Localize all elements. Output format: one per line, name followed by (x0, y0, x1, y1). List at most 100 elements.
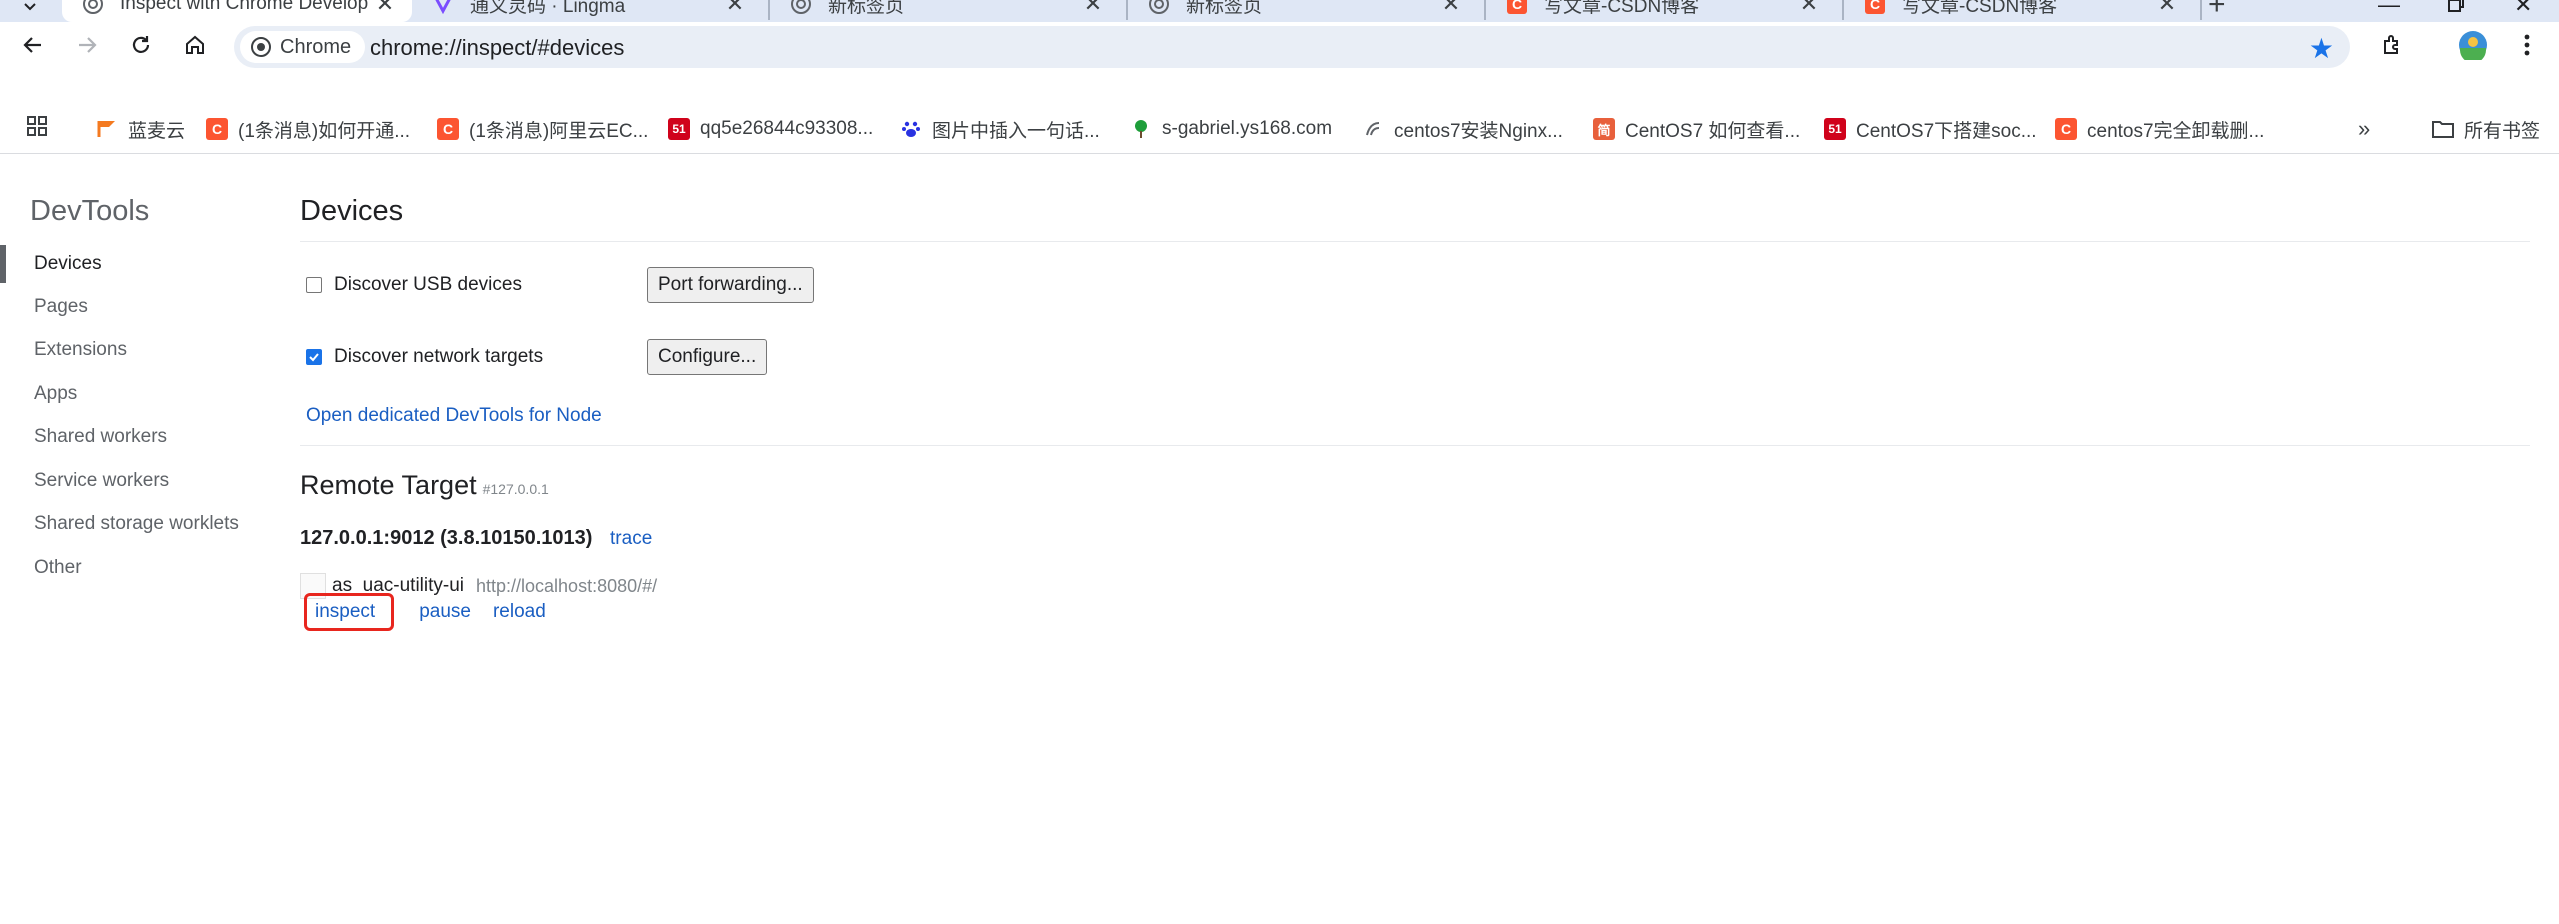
inspect-action: inspect (304, 593, 397, 631)
bookmark-label: centos7完全卸载删... (2087, 120, 2265, 142)
browser-toolbar: Chrome chrome://inspect/#devices ★ (0, 22, 2559, 72)
remote-target-entry: 127.0.0.1:9012 (3.8.10150.1013) trace (300, 527, 652, 550)
open-node-devtools-link[interactable]: Open dedicated DevTools for Node (306, 405, 602, 427)
tab-csdn-2[interactable]: C 写文章-CSDN博客 ✕ (1844, 0, 2194, 22)
minimize-icon[interactable]: — (2378, 0, 2400, 18)
csdn-icon: C (437, 118, 459, 140)
window-close-icon[interactable]: ✕ (2514, 0, 2532, 18)
arrow-left-icon (22, 34, 44, 61)
bookmark-item[interactable]: C (1条消息)阿里云EC... (437, 114, 648, 144)
jianshu-icon: 简 (1593, 118, 1615, 140)
apps-button[interactable] (26, 114, 48, 144)
pause-link[interactable]: pause (419, 601, 471, 623)
sidebar-item-apps[interactable]: Apps (34, 383, 77, 405)
trace-link[interactable]: trace (610, 528, 652, 549)
forward-button[interactable] (70, 30, 104, 64)
reload-icon (130, 34, 152, 61)
bookmark-label: s-gabriel.ys168.com (1162, 118, 1333, 139)
port-forwarding-button[interactable]: Port forwarding... (647, 267, 814, 303)
bookmark-label: 蓝麦云 (128, 120, 186, 142)
chevron-down-icon (22, 0, 38, 19)
discover-usb-label: Discover USB devices (334, 274, 522, 295)
configure-button[interactable]: Configure... (647, 339, 768, 375)
51cto-icon: 51 (1824, 118, 1846, 140)
remote-target-subtitle: #127.0.0.1 (482, 481, 549, 497)
divider (300, 445, 2530, 446)
bookmark-label: (1条消息)阿里云EC... (469, 120, 649, 142)
bookmark-item[interactable]: 51 qq5e26844c93308... (668, 114, 873, 144)
close-icon[interactable]: ✕ (374, 0, 396, 16)
sidebar-item-extensions[interactable]: Extensions (34, 339, 127, 361)
discover-network-row[interactable]: Discover network targets (306, 346, 543, 368)
chrome-menu-button[interactable] (2510, 30, 2544, 64)
apps-grid-icon (26, 115, 48, 143)
tab-title: 通义灵码 · Lingma (470, 0, 626, 17)
site-info-chip[interactable]: Chrome (240, 31, 366, 63)
tab-newtab-1[interactable]: 新标签页 ✕ (770, 0, 1120, 22)
sidebar-item-other[interactable]: Other (34, 557, 82, 579)
page-url: http://localhost:8080/#/ (476, 575, 658, 596)
csdn-icon: C (2055, 118, 2077, 140)
sidebar-item-shared-workers[interactable]: Shared workers (34, 426, 167, 448)
bookmarks-bar: 蓝麦云 C (1条消息)如何开通... C (1条消息)阿里云EC... 51 … (0, 104, 2559, 154)
bookmark-item[interactable]: 简 CentOS7 如何查看... (1593, 114, 1800, 144)
csdn-icon: C (1864, 0, 1886, 15)
bookmark-item[interactable]: 蓝麦云 (96, 114, 185, 144)
active-item-marker (0, 245, 6, 283)
bookmark-item[interactable]: 51 CentOS7下搭建soc... (1824, 114, 2037, 144)
close-icon[interactable]: ✕ (1440, 0, 1462, 16)
discover-network-checkbox[interactable] (306, 349, 322, 365)
tab-search-button[interactable] (14, 0, 46, 22)
restore-icon[interactable] (2446, 0, 2466, 20)
sidebar-item-service-workers[interactable]: Service workers (34, 470, 169, 492)
bookmark-star-icon[interactable]: ★ (2309, 32, 2334, 65)
extensions-button[interactable] (2376, 30, 2410, 64)
folder-icon (2432, 118, 2454, 140)
bookmark-item[interactable]: s-gabriel.ys168.com (1130, 114, 1332, 144)
chrome-icon (1148, 0, 1170, 15)
51cto-icon: 51 (668, 118, 690, 140)
close-icon[interactable]: ✕ (1798, 0, 1820, 16)
bookmark-item[interactable]: C (1条消息)如何开通... (206, 114, 410, 144)
tab-title: 新标签页 (828, 0, 905, 17)
page-actions: inspect pause reload (304, 593, 568, 631)
close-icon[interactable]: ✕ (2156, 0, 2178, 16)
sidebar-item-devices[interactable]: Devices (34, 253, 102, 275)
discover-usb-row[interactable]: Discover USB devices (306, 274, 522, 296)
all-bookmarks-button[interactable]: 所有书签 (2432, 114, 2540, 144)
more-bookmarks-button[interactable]: » (2358, 114, 2370, 144)
highlight-box (304, 593, 394, 631)
page-title: Devices (300, 195, 404, 227)
back-button[interactable] (16, 30, 50, 64)
tab-csdn-1[interactable]: C 写文章-CSDN博客 ✕ (1486, 0, 1836, 22)
bookmark-item[interactable]: C centos7完全卸载删... (2055, 114, 2264, 144)
divider (300, 241, 2530, 242)
puzzle-icon (2381, 33, 2405, 62)
discover-network-label: Discover network targets (334, 346, 544, 367)
tab-title: Inspect with Chrome Develop (120, 0, 369, 14)
tab-lingma[interactable]: 通义灵码 · Lingma ✕ (412, 0, 762, 22)
new-tab-button[interactable]: + (2208, 0, 2226, 22)
close-icon[interactable]: ✕ (1082, 0, 1104, 16)
sidebar-item-shared-storage-worklets[interactable]: Shared storage worklets (34, 513, 239, 535)
all-bookmarks-label: 所有书签 (2464, 120, 2541, 142)
csdn-icon: C (206, 118, 228, 140)
tab-inspect[interactable]: Inspect with Chrome Develop ✕ (62, 0, 412, 22)
tab-title: 新标签页 (1186, 0, 1263, 17)
discover-usb-checkbox[interactable] (306, 277, 322, 293)
close-icon[interactable]: ✕ (724, 0, 746, 16)
tab-strip: Inspect with Chrome Develop ✕ 通义灵码 · Lin… (0, 0, 2559, 22)
bookmark-item[interactable]: centos7安装Nginx... (1362, 114, 1563, 144)
profile-avatar[interactable] (2456, 30, 2490, 64)
sidebar-item-pages[interactable]: Pages (34, 296, 88, 318)
home-button[interactable] (178, 30, 212, 64)
reload-button[interactable] (124, 30, 158, 64)
reload-link[interactable]: reload (493, 601, 546, 623)
bookmark-item[interactable]: 图片中插入一句话... (900, 114, 1100, 144)
avatar-icon (2458, 30, 2488, 65)
remote-target-heading: Remote Target #127.0.0.1 (300, 470, 549, 501)
arrow-right-icon (76, 34, 98, 61)
url-text[interactable]: chrome://inspect/#devices (370, 35, 624, 61)
tab-newtab-2[interactable]: 新标签页 ✕ (1128, 0, 1478, 22)
address-bar[interactable]: Chrome chrome://inspect/#devices ★ (234, 26, 2350, 68)
